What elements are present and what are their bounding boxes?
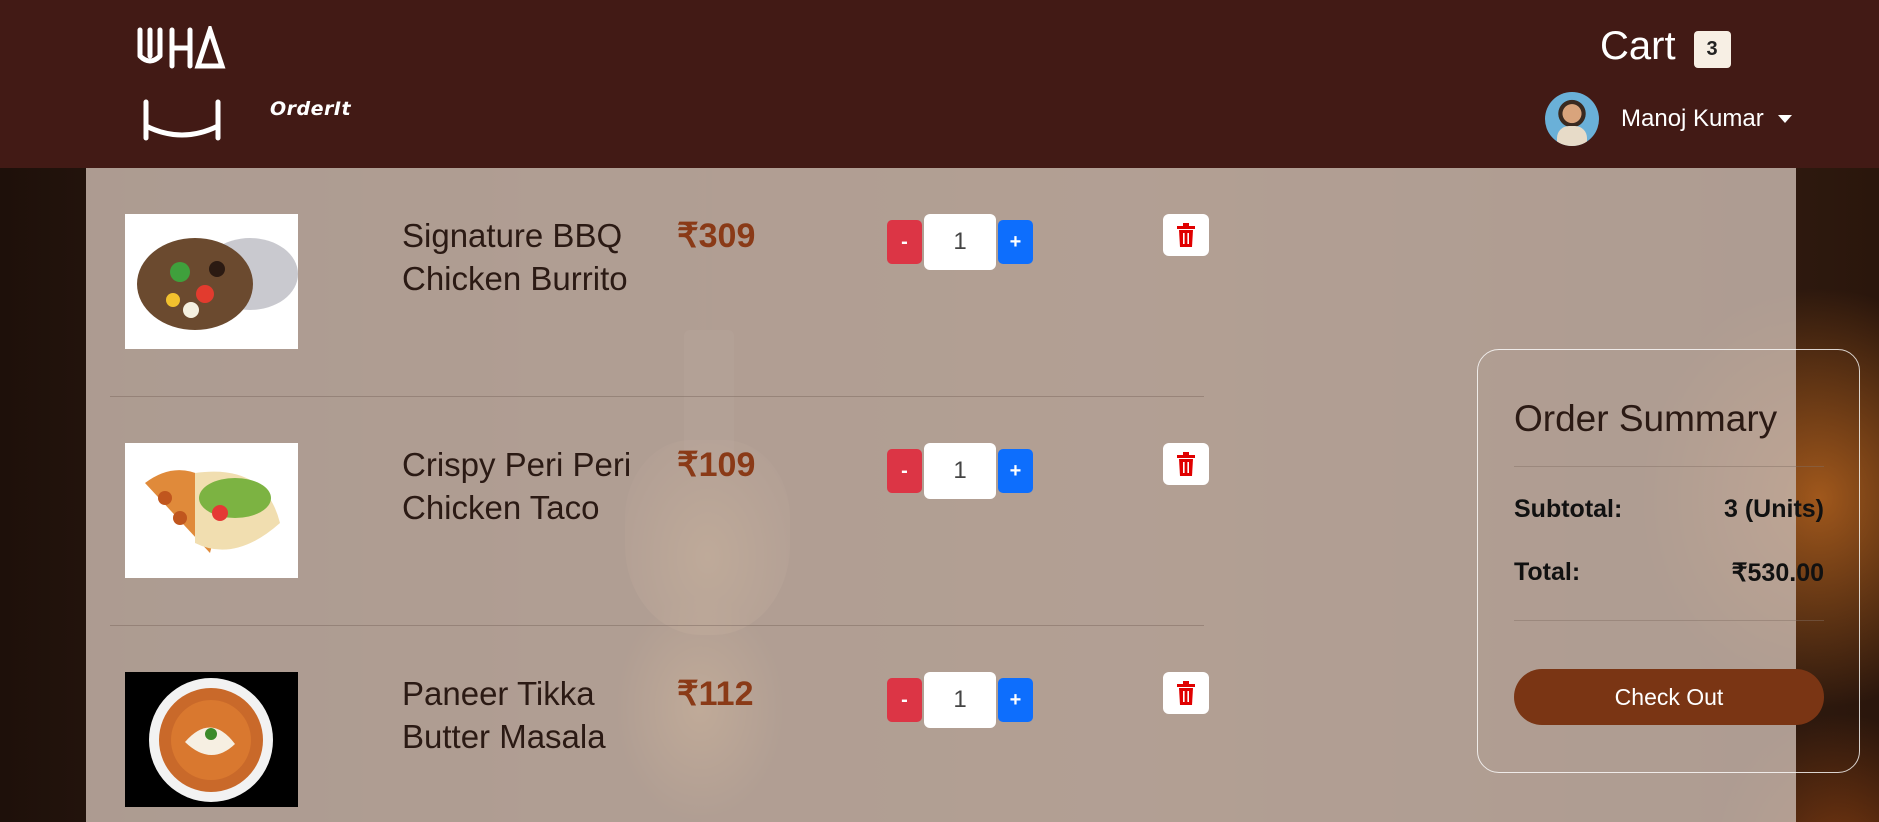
item-name: Paneer Tikka Butter Masala: [402, 675, 606, 755]
decrease-quantity-button[interactable]: -: [887, 220, 922, 264]
fork-knife-icon: [137, 22, 226, 141]
navbar: OrderIt Cart 3 Manoj Kumar: [0, 0, 1879, 168]
subtotal-value: 3 (Units): [1724, 495, 1824, 523]
item-image-burrito: [125, 214, 298, 349]
quantity-stepper: - 1 +: [887, 672, 1033, 728]
order-summary-card: Order Summary Subtotal: 3 (Units) Total:…: [1477, 349, 1860, 773]
divider: [1514, 466, 1824, 467]
quantity-stepper: - 1 +: [887, 443, 1033, 499]
total-row: Total: ₹530.00: [1514, 558, 1824, 588]
user-name: Manoj Kumar: [1621, 105, 1764, 132]
item-image-paneer: [125, 672, 298, 807]
trash-icon: [1177, 681, 1195, 705]
chevron-down-icon: [1777, 115, 1792, 123]
decrease-quantity-button[interactable]: -: [887, 449, 922, 493]
checkout-button[interactable]: Check Out: [1514, 669, 1824, 725]
cart-items-list: Signature BBQ Chicken Burrito ₹309 - 1 +: [110, 168, 1209, 822]
subtotal-label: Subtotal:: [1514, 495, 1623, 523]
cart-item: Paneer Tikka Butter Masala ₹112 - 1 +: [110, 626, 1209, 822]
quantity-input[interactable]: 1: [924, 214, 996, 270]
decrease-quantity-button[interactable]: -: [887, 678, 922, 722]
cart-item: Crispy Peri Peri Chicken Taco ₹109 - 1 +: [110, 397, 1209, 626]
increase-quantity-button[interactable]: +: [998, 678, 1033, 722]
item-price: ₹112: [677, 675, 754, 713]
quantity-stepper: - 1 +: [887, 214, 1033, 270]
item-name: Crispy Peri Peri Chicken Taco: [402, 446, 632, 526]
subtotal-row: Subtotal: 3 (Units): [1514, 495, 1824, 524]
item-image-taco: [125, 443, 298, 578]
cart-count-badge: 3: [1693, 31, 1731, 68]
total-value: ₹530.00: [1731, 559, 1824, 587]
item-price: ₹309: [677, 217, 756, 255]
total-label: Total:: [1514, 558, 1581, 586]
brand-logo[interactable]: OrderIt: [132, 22, 351, 142]
cart-link[interactable]: Cart 3: [1600, 24, 1731, 69]
cart-panel: Signature BBQ Chicken Burrito ₹309 - 1 +: [86, 168, 1860, 822]
trash-icon: [1177, 452, 1195, 476]
order-summary-title: Order Summary: [1514, 398, 1778, 439]
delete-item-button[interactable]: [1163, 214, 1209, 256]
delete-item-button[interactable]: [1163, 672, 1209, 714]
avatar: [1545, 92, 1599, 146]
quantity-input[interactable]: 1: [924, 443, 996, 499]
brand-name: OrderIt: [270, 98, 352, 120]
quantity-input[interactable]: 1: [924, 672, 996, 728]
increase-quantity-button[interactable]: +: [998, 220, 1033, 264]
item-price: ₹109: [677, 446, 756, 484]
cart-item: Signature BBQ Chicken Burrito ₹309 - 1 +: [110, 168, 1209, 397]
divider: [1514, 620, 1824, 621]
cart-label: Cart: [1600, 24, 1676, 68]
delete-item-button[interactable]: [1163, 443, 1209, 485]
increase-quantity-button[interactable]: +: [998, 449, 1033, 493]
trash-icon: [1177, 223, 1195, 247]
user-menu[interactable]: Manoj Kumar: [1545, 92, 1792, 146]
item-name: Signature BBQ Chicken Burrito: [402, 217, 628, 297]
